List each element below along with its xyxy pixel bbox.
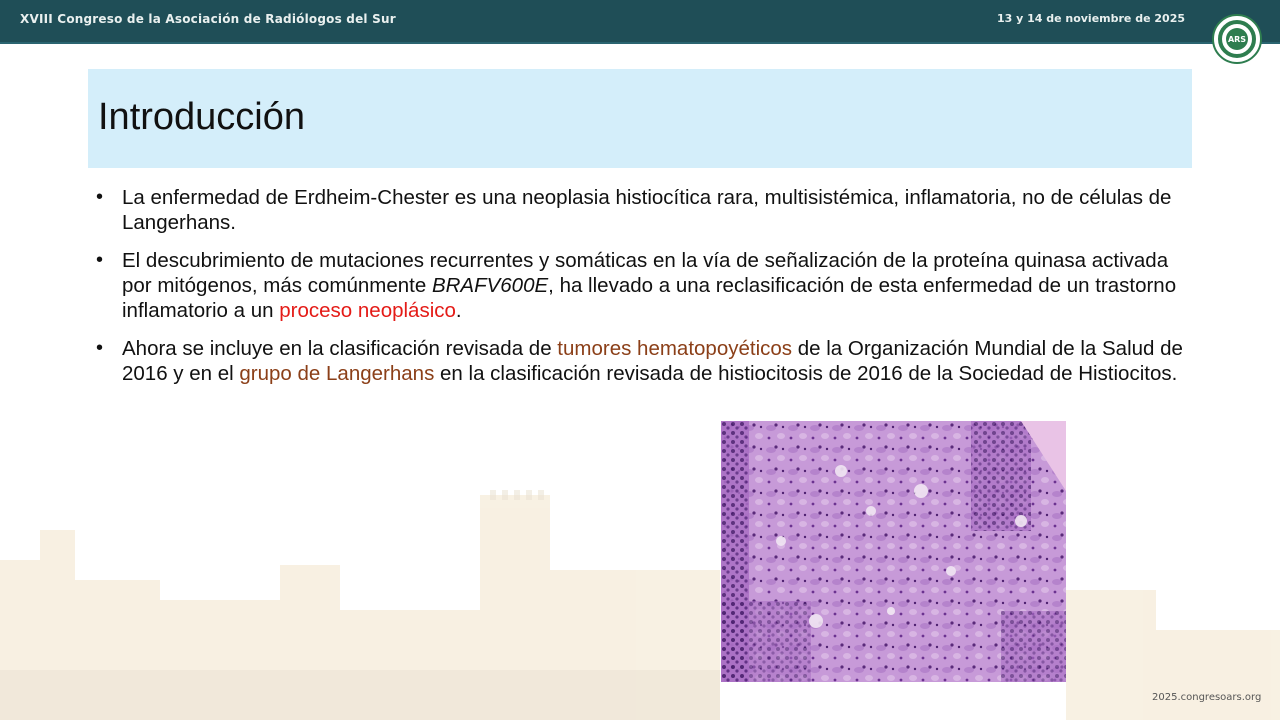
background-skyline-decoration — [0, 490, 1280, 720]
footer-website: 2025.congresoars.org — [1152, 692, 1262, 703]
congress-dates: 13 y 14 de noviembre de 2025 — [996, 12, 1185, 25]
slide-title-box: Introducción — [88, 69, 1192, 168]
slide-title: Introducción — [98, 96, 306, 138]
bullet-text: en la clasificación revisada de histioci… — [434, 362, 1178, 385]
congress-header-bar: XVIII Congreso de la Asociación de Radió… — [0, 0, 1280, 44]
ars-logo-icon: ARS — [1212, 14, 1262, 64]
bullet-marker: • — [96, 186, 104, 208]
bullet-item: • Ahora se incluye en la clasificación r… — [96, 336, 1186, 386]
highlight-red-text: proceso neoplásico — [279, 299, 456, 322]
logo-text: ARS — [1228, 35, 1246, 44]
gene-name-italic: BRAFV600E — [431, 274, 549, 297]
bullet-text: . — [455, 299, 462, 322]
highlight-brown-text: tumores hematopoyéticos — [557, 337, 793, 360]
bullet-marker: • — [96, 337, 104, 359]
bullet-list: • La enfermedad de Erdheim-Chester es un… — [96, 185, 1186, 399]
congress-title: XVIII Congreso de la Asociación de Radió… — [20, 12, 396, 26]
bullet-text: Ahora se incluye en la clasificación rev… — [122, 337, 558, 360]
highlight-brown-text: grupo de Langerhans — [239, 362, 435, 385]
bullet-item: • El descubrimiento de mutaciones recurr… — [96, 248, 1186, 323]
bullet-item: • La enfermedad de Erdheim-Chester es un… — [96, 185, 1186, 235]
bullet-marker: • — [96, 249, 104, 271]
histology-micrograph-image — [721, 421, 1066, 682]
bullet-text: La enfermedad de Erdheim-Chester es una … — [122, 186, 1172, 234]
